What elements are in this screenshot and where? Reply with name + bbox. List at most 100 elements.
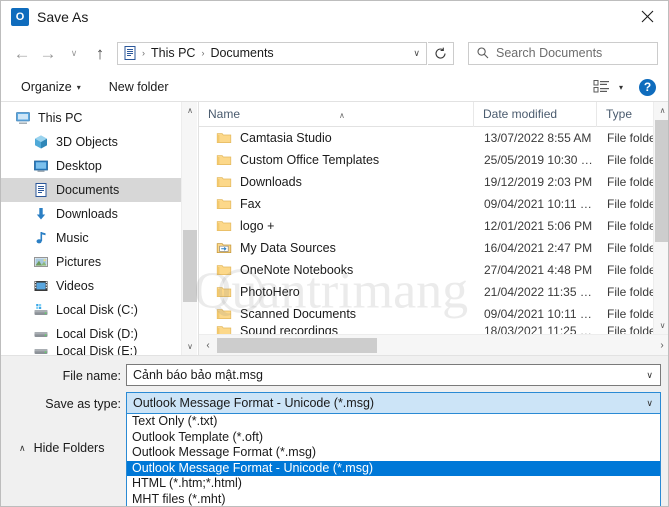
close-icon[interactable] xyxy=(624,1,668,32)
file-name: Fax xyxy=(240,197,261,211)
dropdown-option-outlook-message-format[interactable]: Outlook Message Format (*.msg) xyxy=(127,445,660,461)
new-folder-button[interactable]: New folder xyxy=(103,80,175,94)
help-button[interactable]: ? xyxy=(639,78,656,96)
breadcrumb-documents[interactable]: Documents xyxy=(208,46,275,60)
file-name: My Data Sources xyxy=(240,241,336,255)
file-name-input[interactable]: Cảnh báo bảo mật.msg ∨ xyxy=(126,364,661,386)
dropdown-option-mht[interactable]: MHT files (*.mht) xyxy=(127,492,660,507)
recent-locations-icon[interactable]: ∨ xyxy=(61,38,87,68)
list-view-icon[interactable] xyxy=(593,79,611,95)
file-name: Custom Office Templates xyxy=(240,153,380,167)
new-folder-label: New folder xyxy=(108,80,169,94)
refresh-icon[interactable] xyxy=(428,41,454,65)
sidebar-item-label: Videos xyxy=(56,279,94,293)
sidebar-item-downloads[interactable]: Downloads xyxy=(1,202,197,226)
table-row[interactable]: Fax 09/04/2021 10:11 … File folder xyxy=(199,193,668,215)
file-name: PhotoHero xyxy=(240,285,300,299)
sidebar-scroll-thumb[interactable] xyxy=(183,230,197,302)
table-row[interactable]: Scanned Documents 09/04/2021 10:11 … Fil… xyxy=(199,303,668,325)
recent-glyph: ∨ xyxy=(70,47,78,58)
back-icon[interactable]: ← xyxy=(9,38,35,68)
hscroll-right-icon[interactable]: › xyxy=(653,335,668,356)
table-row[interactable]: My Data Sources 16/04/2021 2:47 PM File … xyxy=(199,237,668,259)
column-header-name[interactable]: Name ∧ xyxy=(199,102,474,127)
dropdown-option-outlook-template[interactable]: Outlook Template (*.oft) xyxy=(127,430,660,446)
folder-icon xyxy=(216,306,232,322)
save-as-type-label: Save as type: xyxy=(45,397,121,411)
dropdown-option-text-only[interactable]: Text Only (*.txt) xyxy=(127,414,660,430)
local-disk-d-icon xyxy=(33,326,49,342)
file-list-scrollbar[interactable]: ∧ ∨ xyxy=(653,102,668,334)
sidebar-item-videos[interactable]: Videos xyxy=(1,274,197,298)
search-icon xyxy=(477,47,489,59)
hscroll-track[interactable] xyxy=(217,335,653,356)
address-bar[interactable]: › This PC › Documents ∨ xyxy=(117,41,427,65)
breadcrumb-this-pc[interactable]: This PC xyxy=(149,46,197,60)
sidebar-item-local-disk-e[interactable]: Local Disk (E:) xyxy=(1,346,197,355)
table-row[interactable]: PhotoHero 21/04/2022 11:35 … File folder xyxy=(199,281,668,303)
sidebar-item-label: Documents xyxy=(56,183,120,197)
chevron-down-icon[interactable]: ∨ xyxy=(413,48,420,59)
file-list-hscrollbar[interactable]: ‹ › xyxy=(199,334,668,356)
breadcrumb-separator: › xyxy=(201,48,205,58)
table-row[interactable]: Custom Office Templates 25/05/2019 10:30… xyxy=(199,149,668,171)
sidebar-item-3d-objects[interactable]: 3D Objects xyxy=(1,130,197,154)
table-row[interactable]: logo + 12/01/2021 5:06 PM File folder xyxy=(199,215,668,237)
sidebar-scroll-up-icon[interactable]: ∧ xyxy=(182,102,197,119)
file-scroll-thumb[interactable] xyxy=(655,120,668,242)
sidebar-item-label: Pictures xyxy=(56,255,102,269)
chevron-down-icon[interactable]: ∨ xyxy=(646,370,653,381)
view-options-chevron-icon[interactable]: ▾ xyxy=(619,83,623,92)
sidebar-item-this-pc[interactable]: This PC xyxy=(1,106,197,130)
file-name-label: File name: xyxy=(62,369,121,383)
breadcrumb-separator: › xyxy=(142,48,145,58)
this-pc-icon xyxy=(15,110,31,126)
local-disk-c-icon xyxy=(33,302,49,318)
sidebar-item-label: Music xyxy=(56,231,89,245)
sidebar-item-documents[interactable]: Documents xyxy=(1,178,197,202)
up-glyph: ↑ xyxy=(95,43,105,63)
navigation-pane: This PC 3D Objects Desktop Documents Dow… xyxy=(1,102,197,355)
file-name: OneNote Notebooks xyxy=(240,263,354,277)
save-as-type-combobox[interactable]: Outlook Message Format - Unicode (*.msg)… xyxy=(126,392,661,414)
save-as-type-dropdown[interactable]: Text Only (*.txt) Outlook Template (*.of… xyxy=(126,414,661,507)
hide-folders-button[interactable]: ∧ Hide Folders xyxy=(19,441,104,455)
forward-icon[interactable]: → xyxy=(35,38,61,68)
sidebar-scrollbar[interactable]: ∧ ∨ xyxy=(181,102,197,355)
file-scroll-up-icon[interactable]: ∧ xyxy=(654,102,668,119)
file-scroll-down-icon[interactable]: ∨ xyxy=(654,317,668,334)
sidebar-item-local-disk-d[interactable]: Local Disk (D:) xyxy=(1,322,197,346)
table-row[interactable]: Camtasia Studio 13/07/2022 8:55 AM File … xyxy=(199,127,668,149)
videos-icon xyxy=(33,278,49,294)
search-input[interactable]: Search Documents xyxy=(468,41,658,65)
sidebar-item-label: Downloads xyxy=(56,207,118,221)
sidebar-scroll-down-icon[interactable]: ∨ xyxy=(182,338,197,355)
column-header-date-modified[interactable]: Date modified xyxy=(474,102,597,127)
folder-icon xyxy=(216,196,232,212)
sidebar-item-music[interactable]: Music xyxy=(1,226,197,250)
hscroll-left-icon[interactable]: ‹ xyxy=(199,335,217,356)
sidebar-item-label: This PC xyxy=(38,111,83,125)
table-row[interactable]: OneNote Notebooks 27/04/2021 4:48 PM Fil… xyxy=(199,259,668,281)
search-placeholder: Search Documents xyxy=(496,46,603,60)
documents-folder-icon xyxy=(122,45,138,61)
documents-icon xyxy=(33,182,49,198)
chevron-down-icon: ∨ xyxy=(646,397,653,408)
sidebar-item-desktop[interactable]: Desktop xyxy=(1,154,197,178)
file-date: 25/05/2019 10:30 … xyxy=(484,153,593,167)
up-icon[interactable]: ↑ xyxy=(87,38,113,68)
dropdown-option-html[interactable]: HTML (*.htm;*.html) xyxy=(127,476,660,492)
file-date: 09/04/2021 10:11 … xyxy=(484,197,592,211)
file-name: Downloads xyxy=(240,175,302,189)
sidebar-item-local-disk-c[interactable]: Local Disk (C:) xyxy=(1,298,197,322)
dropdown-option-outlook-message-format-unicode[interactable]: Outlook Message Format - Unicode (*.msg) xyxy=(127,460,660,476)
hscroll-thumb[interactable] xyxy=(217,337,377,353)
sidebar-item-label: 3D Objects xyxy=(56,135,118,149)
table-row[interactable]: Downloads 19/12/2019 2:03 PM File folder xyxy=(199,171,668,193)
organize-button[interactable]: Organize ▾ xyxy=(15,80,87,94)
sidebar-item-pictures[interactable]: Pictures xyxy=(1,250,197,274)
file-name: Scanned Documents xyxy=(240,307,357,321)
back-glyph: ← xyxy=(13,43,31,63)
forward-glyph: → xyxy=(39,43,57,63)
column-label: Date modified xyxy=(483,106,558,121)
